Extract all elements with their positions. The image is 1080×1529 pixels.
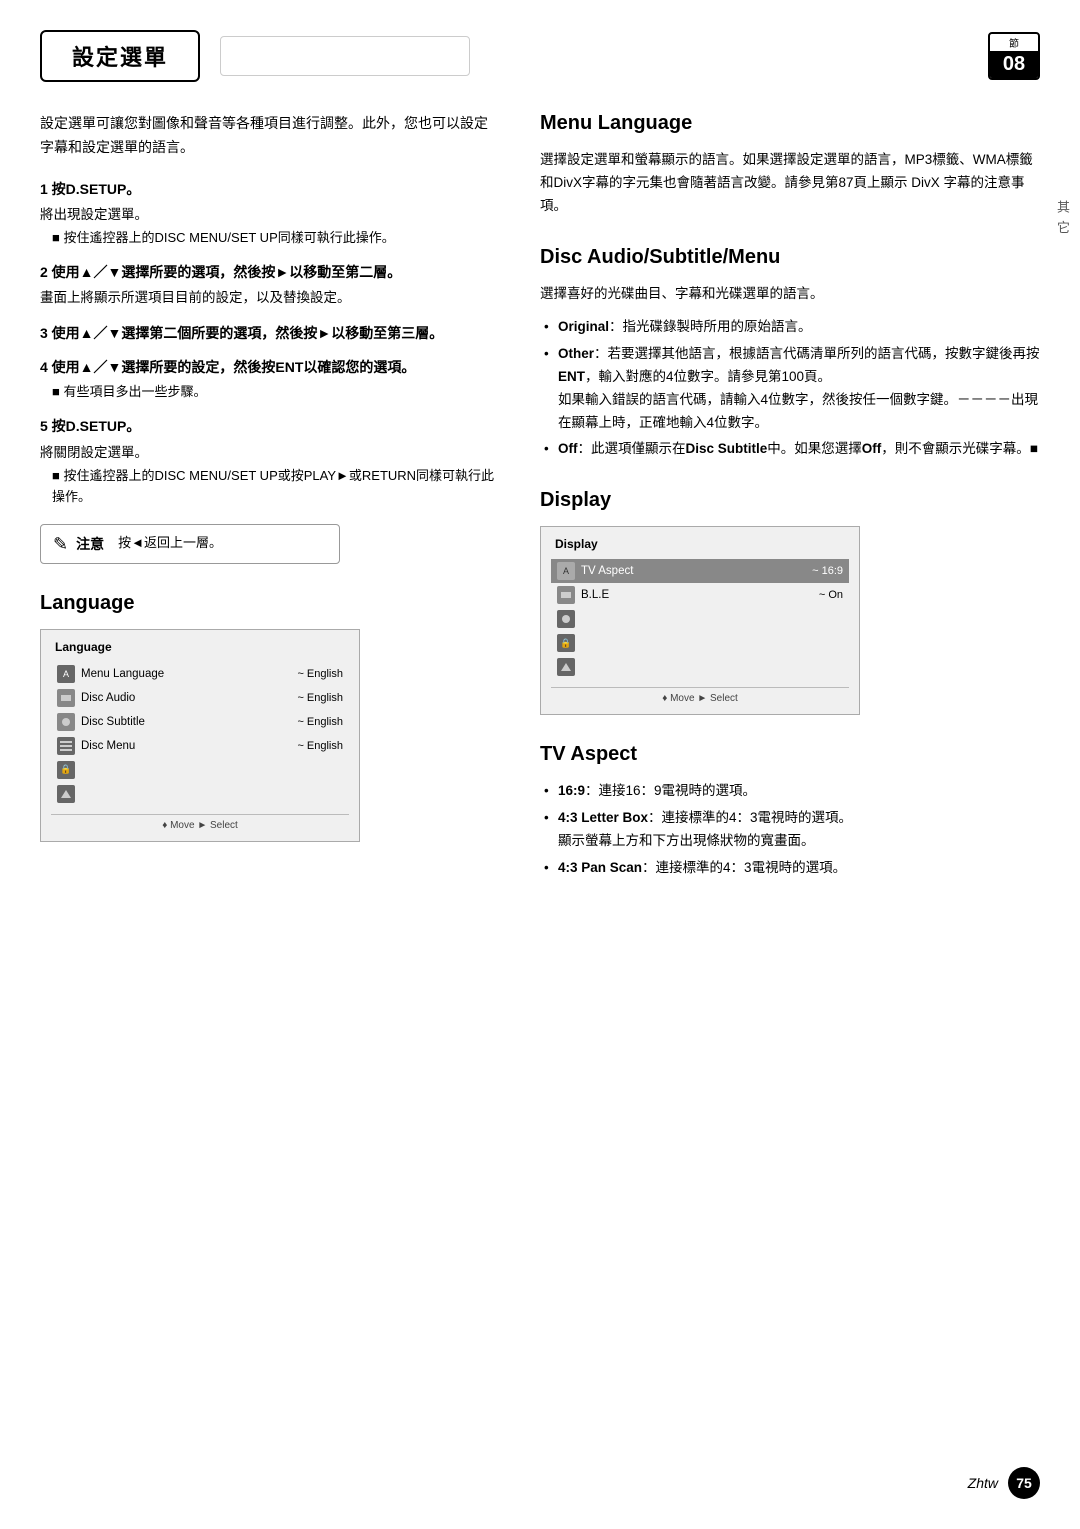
step-2: 2 使用▲／▼選擇所要的選項，然後按►以移動至第二層。 畫面上將顯示所選項目目前… — [40, 261, 500, 310]
page-title: 設定選單 — [40, 30, 200, 82]
language-screenshot-nav: ♦ Move ► Select — [51, 814, 349, 831]
step-4-heading: 4 使用▲／▼選擇所要的設定，然後按ENT以確認您的選項。 — [40, 356, 500, 378]
menu-language-heading: Menu Language — [540, 112, 1040, 135]
disc-bullet-off: Off：此選項僅顯示在Disc Subtitle中。如果您選擇Off，則不會顯示… — [544, 438, 1040, 461]
display-row-lock: 🔒 — [551, 631, 849, 655]
lang-icon-a: A — [57, 665, 75, 683]
display-heading: Display — [540, 489, 1040, 512]
lang-icon-disc-subtitle — [57, 713, 75, 731]
disc-bullet-original-text: ：指光碟錄製時所用的原始語言。 — [609, 319, 812, 334]
chapter-label: 節 — [1005, 34, 1023, 51]
lang-value-disc-subtitle: ~ English — [297, 716, 343, 728]
display-icon-ble — [557, 586, 575, 604]
display-label-tv-aspect: TV Aspect — [581, 565, 806, 577]
note-icon: ✎ — [53, 534, 68, 555]
step-5: 5 按D.SETUP。 將關閉設定選單。 ■ 按住遙控器上的DISC MENU/… — [40, 415, 500, 507]
language-screenshot-title: Language — [51, 640, 349, 654]
header-search-box — [220, 36, 470, 76]
display-label-ble: B.L.E — [581, 589, 813, 601]
lang-icon-lock: 🔒 — [57, 761, 75, 779]
step-1-note: ■ 按住遙控器上的DISC MENU/SET UP同樣可執行此操作。 — [52, 228, 500, 249]
step-2-heading: 2 使用▲／▼選擇所要的選項，然後按►以移動至第二層。 — [40, 261, 500, 283]
disc-bullet-off-text: ：此選項僅顯示在Disc Subtitle中。如果您選擇Off，則不會顯示光碟字… — [578, 441, 1038, 456]
step-4: 4 使用▲／▼選擇所要的設定，然後按ENT以確認您的選項。 ■ 有些項目多出一些… — [40, 356, 500, 403]
display-icon-lock: 🔒 — [557, 634, 575, 652]
chapter-number: 08 — [990, 51, 1038, 78]
lang-row-disc-menu: Disc Menu ~ English — [51, 734, 349, 758]
lang-icon-disc-audio — [57, 689, 75, 707]
lang-row-menu-language: A Menu Language ~ English — [51, 662, 349, 686]
tv-aspect-pan-scan: 4:3 Pan Scan：連接標準的4：3電視時的選項。 — [544, 857, 1040, 880]
disc-audio-heading: Disc Audio/Subtitle/Menu — [540, 246, 1040, 269]
lang-label-disc-audio: Disc Audio — [81, 692, 291, 704]
chapter-badge: 節 08 — [988, 32, 1040, 80]
tv-aspect-16-9-text: ：連接16：9電視時的選項。 — [585, 783, 756, 798]
disc-bullet-other: Other：若要選擇其他語言，根據語言代碼清單所列的語言代碼，按數字鍵後再按EN… — [544, 343, 1040, 435]
note-content: 按◄返回上一層。 — [118, 533, 222, 554]
step-1-heading: 1 按D.SETUP。 — [40, 178, 500, 200]
display-icon-tv-aspect: A — [557, 562, 575, 580]
footer-language: Zhtw — [968, 1475, 998, 1491]
tv-aspect-letter-box-label: 4:3 Letter Box — [558, 810, 648, 825]
display-value-tv-aspect: ~ 16:9 — [812, 565, 843, 577]
disc-bullet-off-label: Off — [558, 441, 578, 456]
disc-bullet-other-label: Other — [558, 346, 594, 361]
step-1: 1 按D.SETUP。 將出現設定選單。 ■ 按住遙控器上的DISC MENU/… — [40, 178, 500, 249]
display-screenshot: Display A TV Aspect ~ 16:9 B.L.E ~ On — [540, 526, 860, 715]
vertical-section-label: 其 它 — [1053, 200, 1072, 236]
step-3: 3 使用▲／▼選擇第二個所要的選項，然後按►以移動至第三層。 — [40, 322, 500, 344]
disc-bullet-other-text: ：若要選擇其他語言，根據語言代碼清單所列的語言代碼，按數字鍵後再按ENT，輸入對… — [558, 346, 1040, 430]
lang-value-disc-audio: ~ English — [297, 692, 343, 704]
lang-row-extra — [51, 782, 349, 806]
step-5-heading: 5 按D.SETUP。 — [40, 415, 500, 437]
display-row-5 — [551, 655, 849, 679]
page-footer: Zhtw 75 — [968, 1467, 1040, 1499]
disc-audio-bullets: Original：指光碟錄製時所用的原始語言。 Other：若要選擇其他語言，根… — [544, 316, 1040, 462]
language-section-heading: Language — [40, 592, 500, 615]
tv-aspect-pan-scan-label: 4:3 Pan Scan — [558, 860, 642, 875]
display-icon-3 — [557, 610, 575, 628]
tv-aspect-letter-box: 4:3 Letter Box：連接標準的4：3電視時的選項。顯示螢幕上方和下方出… — [544, 807, 1040, 853]
step-5-note: ■ 按住遙控器上的DISC MENU/SET UP或按PLAY►或RETURN同… — [52, 466, 500, 508]
intro-text: 設定選單可讓您對圖像和聲音等各種項目進行調整。此外，您也可以設定字幕和設定選單的… — [40, 112, 500, 160]
step-4-note: ■ 有些項目多出一些步驟。 — [52, 382, 500, 403]
menu-language-body: 選擇設定選單和螢幕顯示的語言。如果選擇設定選單的語言，MP3標籤、WMA標籤和D… — [540, 149, 1040, 218]
disc-audio-body: 選擇喜好的光碟曲目、字幕和光碟選單的語言。 — [540, 283, 1040, 306]
display-row-ble: B.L.E ~ On — [551, 583, 849, 607]
lang-row-disc-subtitle: Disc Subtitle ~ English — [51, 710, 349, 734]
tv-aspect-16-9-label: 16:9 — [558, 783, 585, 798]
disc-bullet-original: Original：指光碟錄製時所用的原始語言。 — [544, 316, 1040, 339]
footer-page-number: 75 — [1008, 1467, 1040, 1499]
step-5-body: 將關閉設定選單。 — [40, 442, 500, 464]
note-title: 注意 — [76, 534, 104, 554]
step-3-heading: 3 使用▲／▼選擇第二個所要的選項，然後按►以移動至第三層。 — [40, 322, 500, 344]
lang-label-disc-menu: Disc Menu — [81, 740, 291, 752]
step-2-body: 畫面上將顯示所選項目目前的設定，以及替換設定。 — [40, 287, 500, 309]
lang-label-menu: Menu Language — [81, 668, 291, 680]
display-row-tv-aspect: A TV Aspect ~ 16:9 — [551, 559, 849, 583]
left-column: 設定選單可讓您對圖像和聲音等各種項目進行調整。此外，您也可以設定字幕和設定選單的… — [40, 112, 500, 884]
display-row-3 — [551, 607, 849, 631]
display-screenshot-nav: ♦ Move ► Select — [551, 687, 849, 704]
lang-label-disc-subtitle: Disc Subtitle — [81, 716, 291, 728]
step-1-body: 將出現設定選單。 — [40, 204, 500, 226]
right-column: Menu Language 選擇設定選單和螢幕顯示的語言。如果選擇設定選單的語言… — [540, 112, 1040, 884]
lang-value-menu: ~ English — [297, 668, 343, 680]
lang-row-disc-audio: Disc Audio ~ English — [51, 686, 349, 710]
display-icon-5 — [557, 658, 575, 676]
disc-bullet-original-label: Original — [558, 319, 609, 334]
lang-row-lock: 🔒 — [51, 758, 349, 782]
note-box: ✎ 注意 按◄返回上一層。 — [40, 524, 340, 564]
tv-aspect-16-9: 16:9：連接16：9電視時的選項。 — [544, 780, 1040, 803]
tv-aspect-bullets: 16:9：連接16：9電視時的選項。 4:3 Letter Box：連接標準的4… — [544, 780, 1040, 880]
lang-value-disc-menu: ~ English — [297, 740, 343, 752]
tv-aspect-pan-scan-text: ：連接標準的4：3電視時的選項。 — [642, 860, 846, 875]
lang-icon-disc-menu — [57, 737, 75, 755]
lang-icon-extra — [57, 785, 75, 803]
tv-aspect-heading: TV Aspect — [540, 743, 1040, 766]
display-value-ble: ~ On — [819, 589, 843, 601]
display-screenshot-title: Display — [551, 537, 849, 551]
language-screenshot: Language A Menu Language ~ English Disc … — [40, 629, 360, 842]
